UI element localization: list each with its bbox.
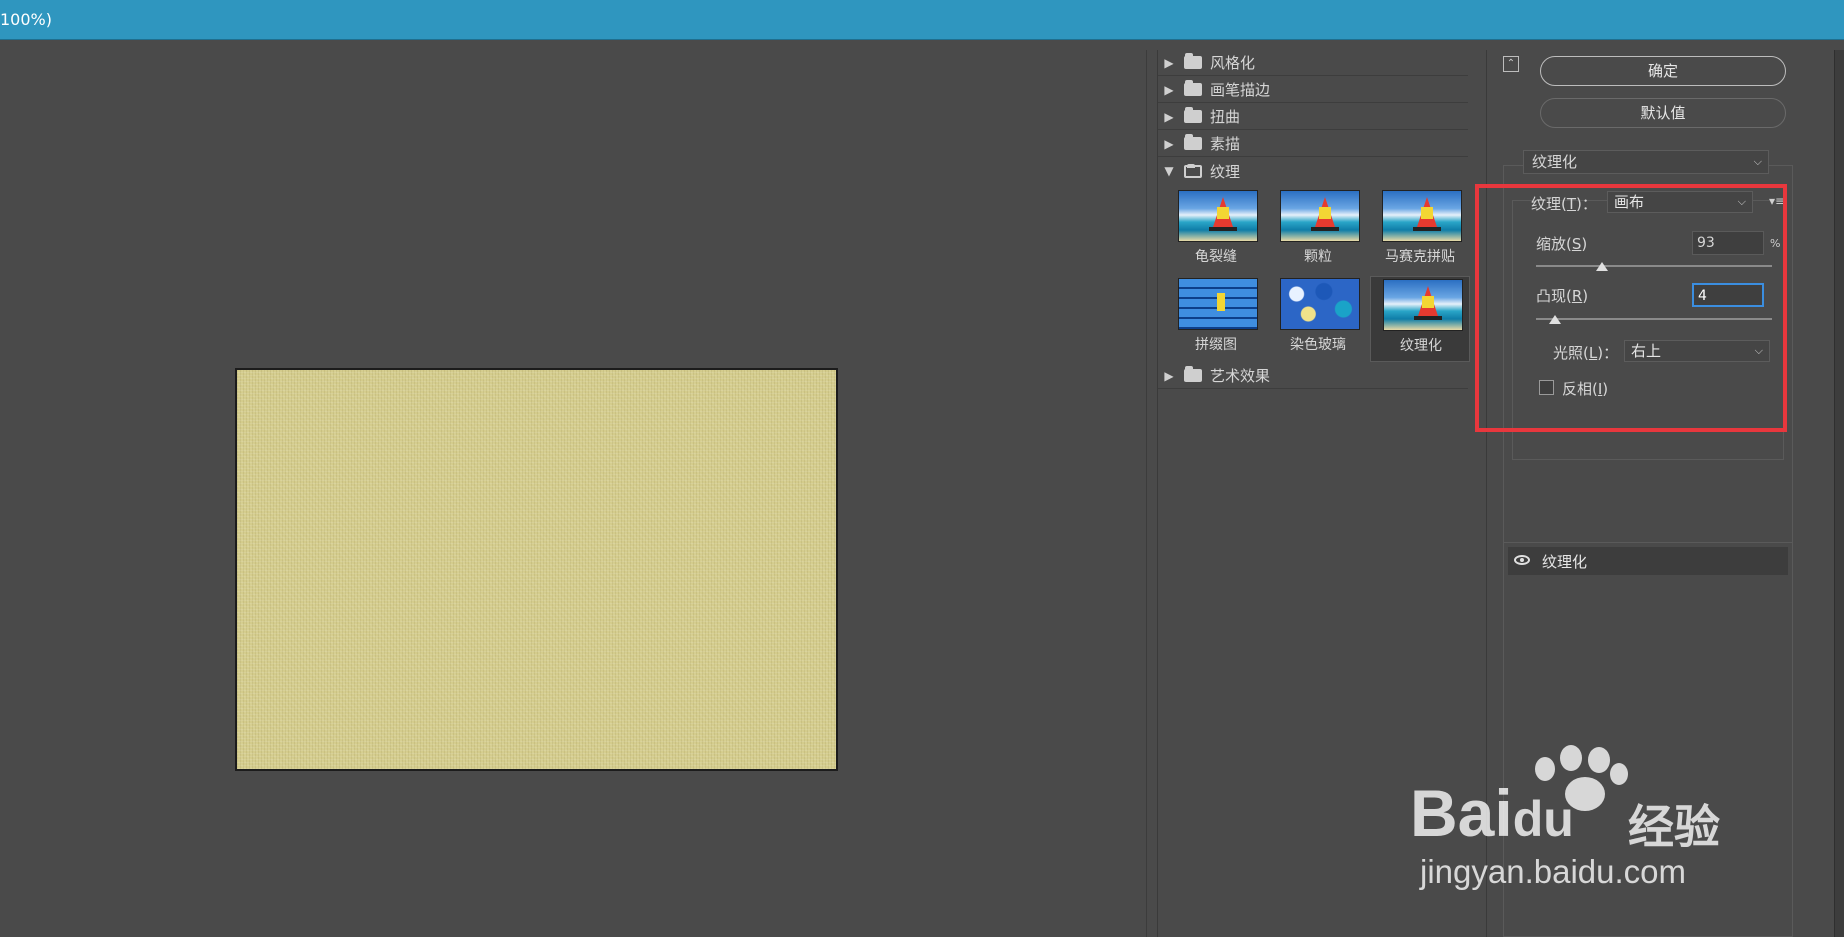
settings-panel: ⌃ 确定 默认值 纹理化 ⌵ 纹理(T)： 画布 ⌵ ▾≡ 缩放(S) 93 %…	[1475, 50, 1844, 937]
thumb-label: 纹理化	[1400, 338, 1442, 354]
texture-thumbnails: 龟裂缝 颗粒 马赛克拼贴 拼缀图 染色玻璃 纹理化	[1166, 188, 1470, 368]
folder-label: 纹理	[1210, 162, 1241, 181]
folder-distort[interactable]: ▶ 扭曲	[1158, 104, 1468, 130]
folder-label: 艺术效果	[1210, 367, 1271, 385]
folder-sketch[interactable]: ▶ 素描	[1158, 131, 1468, 157]
thumbnail-image	[1280, 278, 1360, 330]
folder-brush-strokes[interactable]: ▶ 画笔描边	[1158, 77, 1468, 103]
expand-triangle-icon[interactable]: ▶	[1162, 110, 1176, 124]
title-bar: 100%)	[0, 0, 1844, 40]
thumb-label: 染色玻璃	[1290, 337, 1346, 353]
folder-icon	[1184, 366, 1202, 382]
collapse-triangle-icon[interactable]: ▼	[1162, 164, 1176, 178]
window-title: 100%)	[0, 10, 52, 29]
folder-icon	[1184, 53, 1202, 69]
default-button[interactable]: 默认值	[1540, 98, 1786, 128]
folder-icon	[1184, 80, 1202, 96]
thumb-label: 拼缀图	[1195, 337, 1237, 353]
thumb-label: 龟裂缝	[1195, 249, 1237, 265]
effect-layer-row[interactable]: 纹理化	[1508, 547, 1788, 575]
folder-label: 风格化	[1210, 54, 1256, 72]
effect-layer-name: 纹理化	[1542, 553, 1588, 571]
thumb-patchwork[interactable]: 拼缀图	[1166, 276, 1266, 362]
thumb-label: 颗粒	[1304, 249, 1332, 265]
folder-label: 扭曲	[1210, 108, 1241, 126]
effect-layers-panel: 纹理化	[1503, 542, 1793, 937]
expand-triangle-icon[interactable]: ▶	[1162, 56, 1176, 70]
preview-image[interactable]	[235, 368, 838, 771]
expand-triangle-icon[interactable]: ▶	[1162, 369, 1176, 383]
open-folder-icon	[1184, 163, 1202, 178]
folder-icon	[1184, 134, 1202, 150]
folder-texture[interactable]: ▼ 纹理	[1158, 158, 1468, 184]
folder-label: 画笔描边	[1210, 81, 1271, 99]
filter-type-select[interactable]: 纹理化 ⌵	[1523, 150, 1769, 174]
ok-button[interactable]: 确定	[1540, 56, 1786, 86]
folder-icon	[1184, 107, 1202, 123]
filter-type-value: 纹理化	[1532, 153, 1578, 171]
preview-divider	[1146, 50, 1147, 937]
thumb-grain[interactable]: 颗粒	[1268, 188, 1368, 274]
preview-area[interactable]	[0, 50, 1146, 937]
expand-triangle-icon[interactable]: ▶	[1162, 83, 1176, 97]
eye-icon[interactable]	[1514, 555, 1530, 565]
thumbnail-image	[1280, 190, 1360, 242]
collapse-gallery-icon[interactable]: ⌃	[1503, 56, 1519, 72]
folder-stylize[interactable]: ▶ 风格化	[1158, 50, 1468, 76]
highlight-box	[1475, 184, 1787, 432]
folder-label: 素描	[1210, 135, 1241, 153]
thumbnail-image	[1178, 278, 1258, 330]
folder-artistic[interactable]: ▶ 艺术效果	[1158, 363, 1468, 389]
chevron-down-icon: ⌵	[1753, 155, 1762, 168]
thumb-mosaic-tiles[interactable]: 马赛克拼贴	[1370, 188, 1470, 274]
thumb-texturizer[interactable]: 纹理化	[1370, 276, 1470, 362]
thumb-craquelure[interactable]: 龟裂缝	[1166, 188, 1266, 274]
filter-gallery: ▶ 风格化 ▶ 画笔描边 ▶ 扭曲 ▶ 素描 ▼ 纹理 龟裂缝 颗粒 马赛克拼贴	[1157, 50, 1487, 937]
thumbnail-image	[1383, 279, 1463, 331]
thumbnail-image	[1382, 190, 1462, 242]
expand-triangle-icon[interactable]: ▶	[1162, 137, 1176, 151]
right-scroll-edge[interactable]	[1834, 50, 1844, 937]
thumb-stained-glass[interactable]: 染色玻璃	[1268, 276, 1368, 362]
thumbnail-image	[1178, 190, 1258, 242]
thumb-label: 马赛克拼贴	[1385, 249, 1455, 265]
